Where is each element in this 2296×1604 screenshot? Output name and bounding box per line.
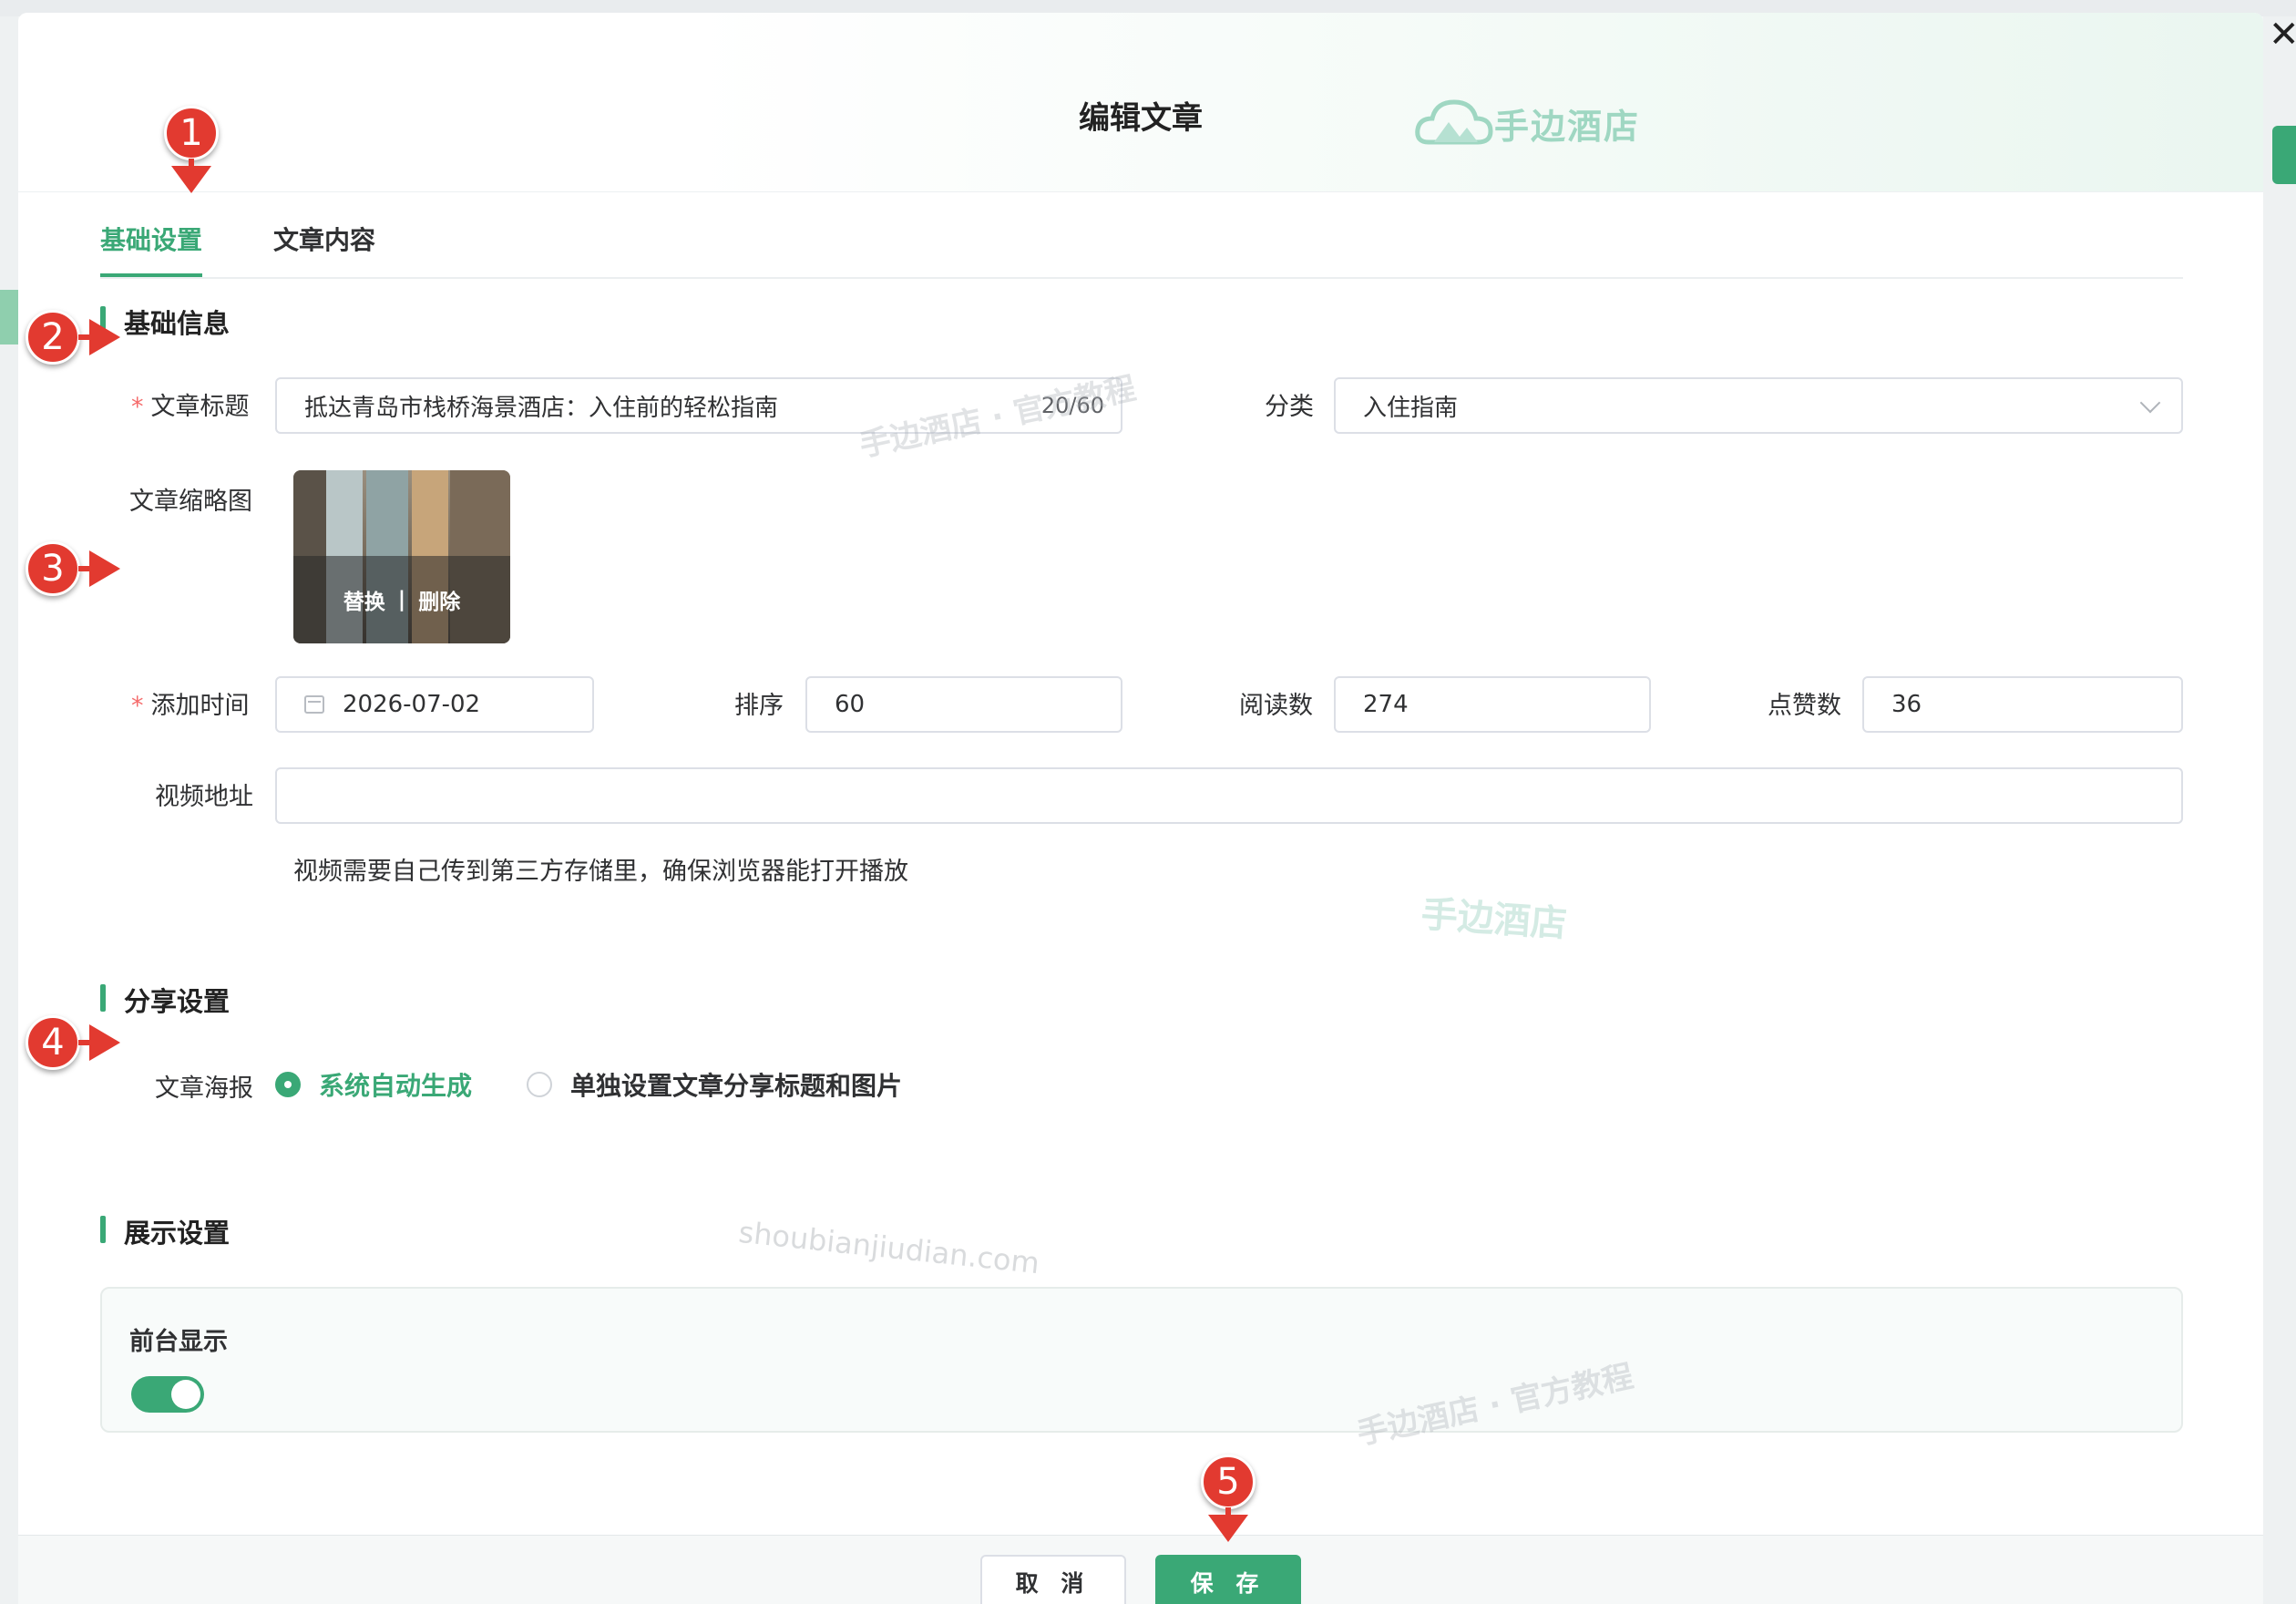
thumbnail-image: 替换 | 删除 (293, 470, 510, 643)
background-right-panel (2263, 16, 2296, 1604)
annotation-3-arrow (89, 550, 120, 587)
thumbnail-replace-button[interactable]: 替换 (343, 584, 385, 615)
calendar-icon (304, 695, 324, 714)
thumbnail-delete-button[interactable]: 删除 (418, 584, 460, 615)
modal-title: 编辑文章 (1079, 100, 1203, 137)
annotation-2: 2 (26, 310, 80, 365)
modal-footer (18, 1535, 2263, 1604)
close-icon[interactable]: ✕ (2269, 16, 2296, 53)
display-card: 前台显示 (100, 1287, 2183, 1433)
radio-custom-share[interactable]: 单独设置文章分享标题和图片 (527, 1066, 902, 1103)
chevron-down-icon (2139, 392, 2161, 414)
annotation-5: 5 (1201, 1455, 1256, 1509)
save-button[interactable]: 保 存 (1155, 1555, 1301, 1604)
likes-label: 点赞数 (1768, 692, 1841, 720)
watermark-domain: shoubianjiudian.com (736, 1214, 1041, 1281)
cancel-button[interactable]: 取 消 (980, 1555, 1126, 1604)
category-select[interactable]: 入住指南 (1334, 377, 2183, 434)
section-display-settings: 展示设置 (100, 1212, 230, 1250)
front-display-label: 前台显示 (129, 1328, 228, 1356)
background-sidebar (0, 16, 18, 1604)
category-label: 分类 (1265, 393, 1314, 421)
edit-article-modal: 编辑文章 手边酒店 基础设置 文章内容 基础信息 * 文章标题 抵达青岛市栈桥海景… (18, 13, 2263, 1604)
tab-basic-settings[interactable]: 基础设置 (100, 221, 203, 277)
video-url-input[interactable] (275, 767, 2183, 824)
brand-name: 手边酒店 (1494, 106, 1641, 147)
annotation-4-arrow (89, 1024, 120, 1061)
annotation-4: 4 (26, 1015, 80, 1070)
front-display-switch[interactable] (131, 1376, 204, 1413)
reads-label: 阅读数 (1239, 692, 1313, 720)
modal-header: 编辑文章 手边酒店 (18, 13, 2263, 192)
annotation-1: 1 (164, 106, 219, 160)
title-label: * 文章标题 (131, 393, 250, 421)
radio-custom-share-dot (527, 1072, 552, 1097)
thumbnail-actions: 替换 | 删除 (293, 556, 510, 643)
tab-bar: 基础设置 文章内容 (100, 191, 2183, 279)
thumbnail-action-separator: | (397, 588, 406, 612)
background-sidebar-active (0, 290, 18, 344)
sort-label: 排序 (734, 692, 784, 720)
radio-auto-generate-dot (275, 1072, 301, 1097)
tab-article-content[interactable]: 文章内容 (273, 221, 375, 273)
annotation-1-arrow (171, 166, 211, 193)
background-action-button (2272, 126, 2296, 184)
video-url-label: 视频地址 (155, 783, 253, 811)
radio-auto-generate[interactable]: 系统自动生成 (275, 1066, 472, 1103)
cloud-logo-icon (1415, 99, 1493, 145)
thumbnail-label: 文章缩略图 (129, 488, 252, 516)
section-share-settings: 分享设置 (100, 981, 230, 1019)
add-time-date-picker[interactable]: 2026-07-02 (275, 676, 594, 733)
add-time-label: * 添加时间 (131, 692, 250, 720)
video-url-hint: 视频需要自己传到第三方存储里，确保浏览器能打开播放 (293, 858, 908, 886)
likes-input[interactable]: 36 (1862, 676, 2183, 733)
reads-input[interactable]: 274 (1334, 676, 1651, 733)
annotation-3: 3 (26, 541, 80, 596)
annotation-2-arrow (89, 319, 120, 355)
watermark-brand: 手边酒店 (1420, 893, 1569, 946)
annotation-5-arrow (1208, 1515, 1248, 1542)
sort-input[interactable]: 60 (805, 676, 1122, 733)
poster-label: 文章海报 (155, 1074, 253, 1103)
brand-logo: 手边酒店 (1412, 91, 1640, 155)
